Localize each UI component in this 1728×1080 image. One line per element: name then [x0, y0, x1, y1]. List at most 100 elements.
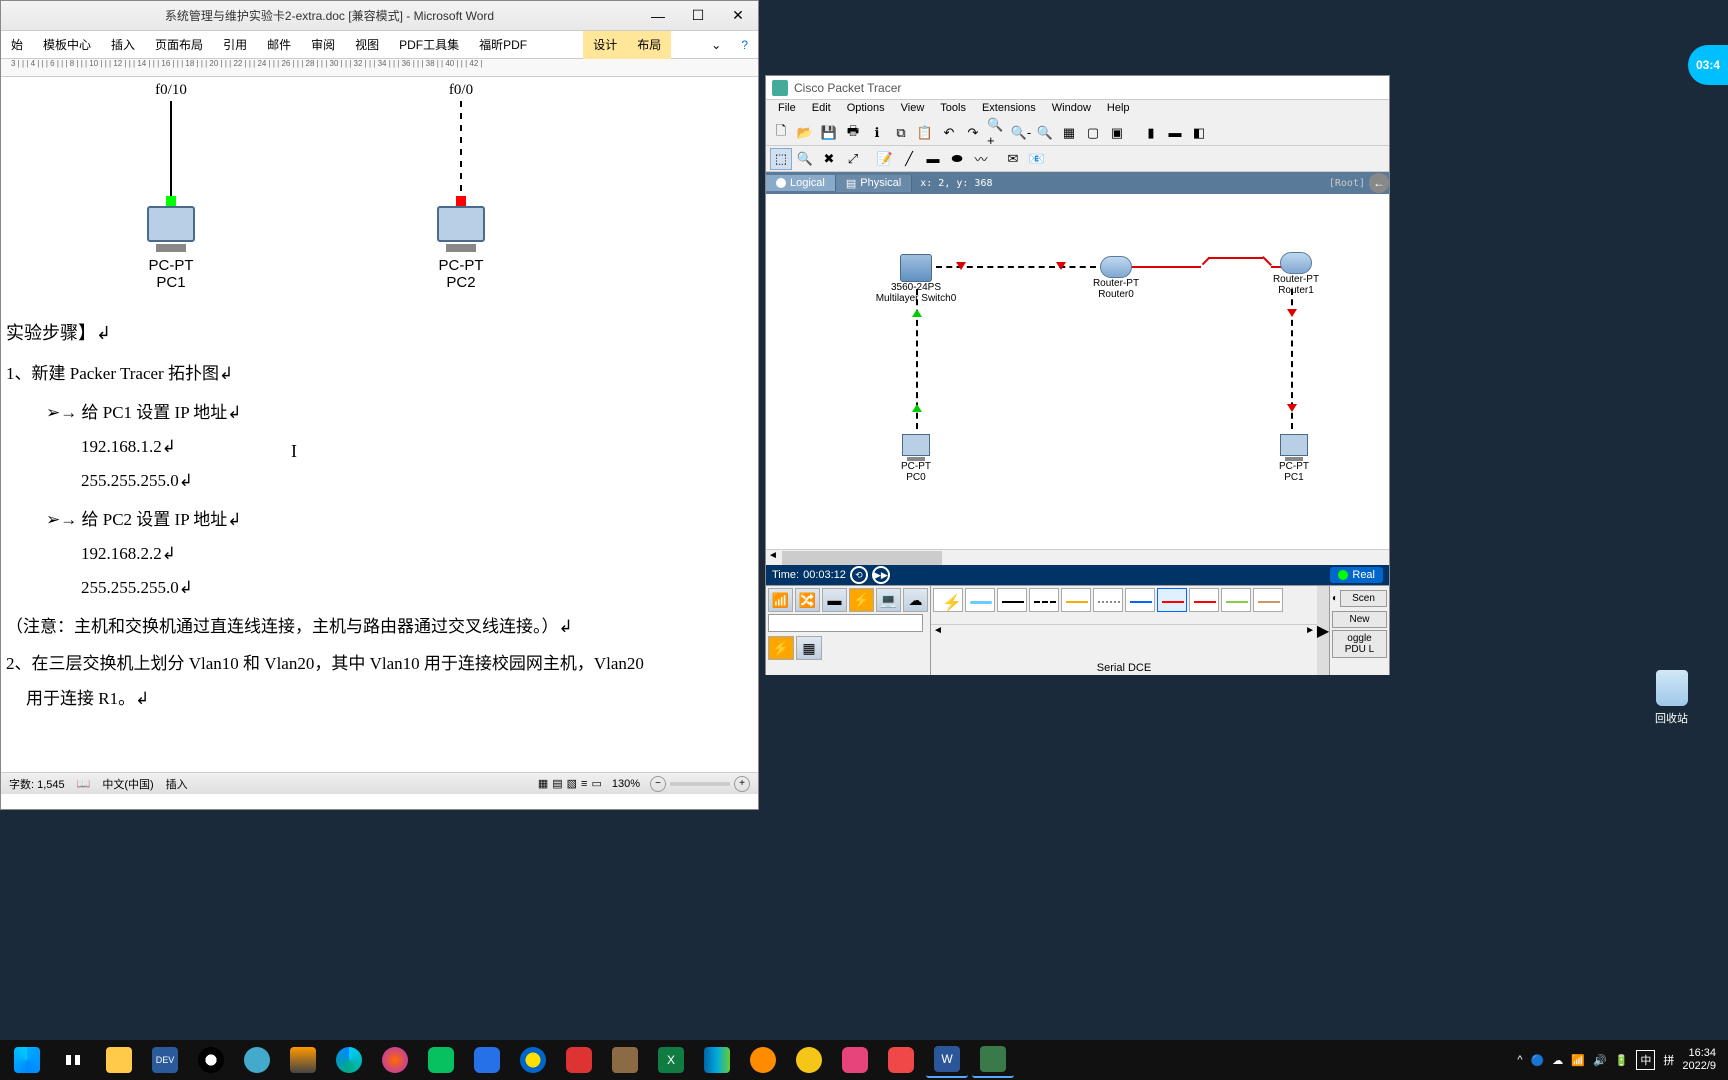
time-reset-button[interactable]: ⟲ [850, 566, 868, 584]
tab-view[interactable]: 视图 [345, 31, 389, 59]
taskbar-file-explorer[interactable] [98, 1042, 140, 1078]
taskbar-tencent-meeting[interactable] [466, 1042, 508, 1078]
menu-help[interactable]: Help [1099, 100, 1138, 120]
device-subcat-2[interactable]: ▦ [796, 636, 822, 660]
device-router0[interactable]: Router-PT Router0 [1086, 256, 1146, 300]
tray-battery-icon[interactable]: 🔋 [1615, 1054, 1629, 1067]
insert-mode[interactable]: 插入 [166, 776, 188, 792]
ribbon-collapse-icon[interactable]: ⌄ [701, 31, 731, 59]
tray-ime-2[interactable]: 拼 [1663, 1052, 1674, 1068]
paste-icon[interactable]: 📋 [914, 122, 936, 144]
view-read-icon[interactable]: ▤ [552, 777, 562, 790]
device-search-input[interactable] [768, 614, 923, 632]
conn-serial-dce[interactable] [1157, 588, 1187, 612]
select-tool-icon[interactable]: ⬚ [770, 148, 792, 170]
conn-phone[interactable] [1093, 588, 1123, 612]
redo-icon[interactable]: ↷ [962, 122, 984, 144]
undo-icon[interactable]: ↶ [938, 122, 960, 144]
taskbar-notes[interactable] [604, 1042, 646, 1078]
device-multilayer-switch0[interactable]: 3560-24PS Multilayer Switch0 [871, 254, 961, 304]
canvas-horizontal-scrollbar[interactable]: ◄ [766, 549, 1389, 565]
taskbar-app-orange[interactable] [742, 1042, 784, 1078]
panel-3-icon[interactable]: ◧ [1188, 122, 1210, 144]
tray-bluetooth-icon[interactable]: 🔵 [1531, 1054, 1545, 1067]
new-scenario-button[interactable]: New [1332, 611, 1387, 628]
minimize-button[interactable]: — [638, 2, 678, 30]
save-icon[interactable]: 💾 [818, 122, 840, 144]
word-count[interactable]: 字数: 1,545 [9, 776, 65, 792]
maximize-button[interactable]: ☐ [678, 2, 718, 30]
tray-ime-1[interactable]: 中 [1636, 1050, 1655, 1070]
view-draft-icon[interactable]: ▭ [591, 777, 601, 790]
scrollbar-thumb[interactable] [782, 551, 942, 565]
nav-back-button[interactable]: ← [1369, 173, 1389, 193]
conn-usb[interactable] [1253, 588, 1283, 612]
view-outline-icon[interactable]: ≡ [581, 778, 587, 790]
conn-octal[interactable] [1221, 588, 1251, 612]
device-subcat-1[interactable]: ⚡ [768, 636, 794, 660]
spellcheck-icon[interactable]: 📖 [77, 777, 91, 790]
zoom-slider[interactable] [670, 782, 730, 786]
device-template-icon[interactable]: ▣ [1106, 122, 1128, 144]
device-cat-connections[interactable]: ⚡ [849, 588, 874, 612]
panel-expand-handle[interactable]: ▶ [1317, 586, 1329, 675]
pt-workspace-canvas[interactable]: 3560-24PS Multilayer Switch0 Router-PT R… [766, 194, 1389, 549]
help-icon[interactable]: ? [731, 31, 758, 59]
time-fastforward-button[interactable]: ▶▶ [872, 566, 890, 584]
taskbar-sublime[interactable] [282, 1042, 324, 1078]
panel-1-icon[interactable]: ▮ [1140, 122, 1162, 144]
device-cat-hub[interactable]: ▬ [822, 588, 847, 612]
taskbar-qq[interactable] [190, 1042, 232, 1078]
tab-table-design[interactable]: 设计 [583, 31, 627, 59]
task-view-button[interactable] [52, 1042, 94, 1078]
taskbar-xshell[interactable] [880, 1042, 922, 1078]
print-icon[interactable]: 🖶 [842, 122, 864, 144]
tab-mail[interactable]: 邮件 [257, 31, 301, 59]
conn-coax[interactable] [1125, 588, 1155, 612]
conn-fiber[interactable] [1061, 588, 1091, 612]
resize-tool-icon[interactable]: ⤢ [842, 148, 864, 170]
device-pc0[interactable]: PC-PT PC0 [896, 434, 936, 483]
device-router1[interactable]: Router-PT Router1 [1266, 252, 1326, 296]
custom-device-icon[interactable]: ▢ [1082, 122, 1104, 144]
recycle-bin[interactable]: 回收站 [1655, 670, 1688, 726]
device-cat-wan[interactable]: ☁ [903, 588, 928, 612]
menu-extensions[interactable]: Extensions [974, 100, 1044, 120]
scenario-nav-icon[interactable]: ◐ [1332, 593, 1338, 604]
inspect-tool-icon[interactable]: 🔍 [794, 148, 816, 170]
taskbar-qq-browser[interactable] [512, 1042, 554, 1078]
taskbar-excel[interactable]: X [650, 1042, 692, 1078]
taskbar-app-blue[interactable] [236, 1042, 278, 1078]
taskbar-packet-tracer-active[interactable] [972, 1042, 1014, 1078]
simple-pdu-icon[interactable]: ✉ [1002, 148, 1024, 170]
menu-file[interactable]: File [770, 100, 804, 120]
menu-view[interactable]: View [893, 100, 933, 120]
pt-titlebar[interactable]: Cisco Packet Tracer [766, 76, 1389, 100]
language-status[interactable]: 中文(中国) [102, 776, 153, 792]
tray-clock[interactable]: 16:34 2022/9 [1682, 1047, 1716, 1073]
root-path[interactable]: [Root] [1329, 178, 1369, 189]
panel-2-icon[interactable]: ▬ [1164, 122, 1186, 144]
taskbar-app-yellow[interactable] [788, 1042, 830, 1078]
tray-volume-icon[interactable]: 🔊 [1593, 1054, 1607, 1067]
device-pc1[interactable]: PC-PT PC1 [1274, 434, 1314, 483]
realtime-toggle[interactable]: Real [1330, 567, 1383, 583]
menu-tools[interactable]: Tools [932, 100, 974, 120]
wizard-icon[interactable]: ℹ [866, 122, 888, 144]
tab-foxit-pdf[interactable]: 福昕PDF [469, 31, 537, 59]
note-tool-icon[interactable]: 📝 [874, 148, 896, 170]
tab-insert[interactable]: 插入 [101, 31, 145, 59]
physical-view-tab[interactable]: ▤Physical [836, 175, 912, 192]
toggle-pdu-button[interactable]: oggle PDU L [1332, 630, 1387, 658]
menu-window[interactable]: Window [1044, 100, 1099, 120]
ellipse-tool-icon[interactable]: ⬬ [946, 148, 968, 170]
conn-crossover[interactable] [1029, 588, 1059, 612]
taskbar-vmware[interactable] [696, 1042, 738, 1078]
word-ruler[interactable]: 3 | | | 4 | | | 6 | | | 8 | | | 10 | | |… [1, 59, 758, 77]
view-print-icon[interactable]: ▦ [538, 777, 548, 790]
device-cat-switch[interactable]: 🔀 [795, 588, 820, 612]
taskbar-word-active[interactable]: W [926, 1042, 968, 1078]
line-tool-icon[interactable]: ╱ [898, 148, 920, 170]
zoom-out-icon[interactable]: 🔍- [1010, 122, 1032, 144]
zoom-in-button[interactable]: + [734, 776, 750, 792]
